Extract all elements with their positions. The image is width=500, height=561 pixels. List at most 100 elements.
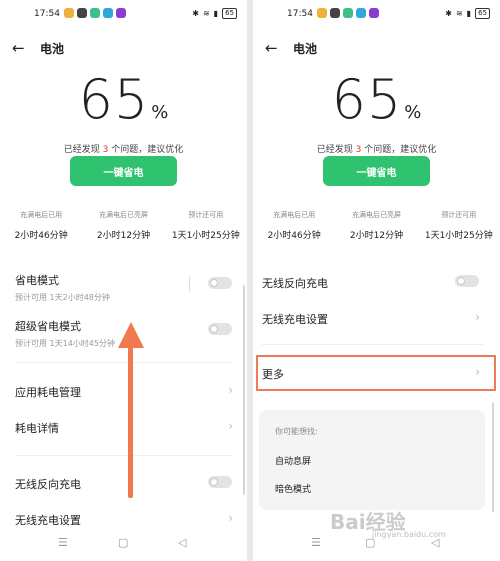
chevron-right-icon: › [228, 383, 233, 397]
system-icons: ✱ ≋ ▮ 65 [192, 8, 237, 19]
back-arrow-icon[interactable]: ← [265, 39, 287, 57]
percent-sign: % [151, 102, 169, 123]
menu-icon[interactable]: ☰ [311, 536, 321, 549]
stat-label: 充满电后已用 [273, 211, 316, 219]
scrollbar[interactable] [492, 402, 494, 512]
stat-remaining: 预计还可用 1天1小时25分钟 [418, 210, 500, 241]
super-saving-toggle[interactable] [208, 323, 232, 335]
wifi-icon: ≋ [202, 9, 210, 18]
stat-label: 预计还可用 [441, 211, 477, 219]
suggestions-card: 你可能想找: 自动息屏 暗色模式 [259, 410, 485, 510]
signal-icon: ▮ [213, 9, 219, 18]
notification-icons [64, 8, 126, 18]
toggle-knob [210, 478, 218, 486]
menu-icon[interactable]: ☰ [58, 536, 68, 549]
toggle-knob [210, 279, 218, 287]
signal-icon: ▮ [466, 9, 472, 18]
row-subtitle: 预计可用 1天2小时48分钟 [15, 293, 110, 302]
bluetooth-icon: ✱ [445, 9, 452, 18]
reverse-charge-toggle[interactable] [208, 476, 232, 488]
app-power-management-row[interactable]: 应用耗电管理 › [15, 383, 237, 400]
home-icon[interactable]: ▢ [118, 536, 128, 549]
percent-sign: % [404, 102, 422, 123]
wireless-reverse-charge-row[interactable]: 无线反向充电 [15, 476, 237, 492]
issue-summary: 已经发现 3 个问题，建议优化 [0, 142, 247, 155]
battery-percentage: 65% [0, 68, 247, 131]
battery-status-icon: 65 [475, 8, 490, 19]
one-tap-save-button[interactable]: 一键省电 [70, 156, 177, 186]
row-title: 更多 [262, 368, 284, 381]
app-notification-icon [356, 8, 366, 18]
app-notification-icon [317, 8, 327, 18]
issue-prefix: 已经发现 [316, 145, 356, 155]
row-title: 省电模式 [15, 274, 59, 287]
battery-status-icon: 65 [222, 8, 237, 19]
stat-used: 充满电后已用 2小时46分钟 [0, 210, 82, 241]
system-icons: ✱ ≋ ▮ 65 [445, 8, 490, 19]
left-screenshot: 17:54 ✱ ≋ ▮ 65 ← 电池 65% 已经发现 3 个问题，建议优化 … [0, 0, 247, 561]
stat-label: 充满电后已亮屏 [351, 211, 401, 219]
battery-percent-value: 65 [331, 68, 403, 131]
scrollbar[interactable] [243, 285, 245, 495]
one-tap-save-button[interactable]: 一键省电 [323, 156, 430, 186]
power-usage-details-row[interactable]: 耗电详情 › [15, 419, 237, 436]
page-header: ← 电池 [12, 38, 64, 58]
wireless-charge-settings-row[interactable]: 无线充电设置 › [262, 310, 484, 327]
usage-stats: 充满电后已用 2小时46分钟 充满电后已亮屏 2小时12分钟 预计还可用 1天1… [0, 210, 247, 241]
status-time: 17:54 [34, 9, 60, 19]
toggle-knob [210, 325, 218, 333]
page-title: 电池 [40, 41, 65, 56]
power-saving-toggle[interactable] [208, 277, 232, 289]
swipe-up-arrow [128, 340, 133, 498]
suggestion-auto-screen-off[interactable]: 自动息屏 [275, 454, 311, 467]
watermark-url: jingyan.baidu.com [372, 530, 446, 539]
page-header: ← 电池 [265, 38, 317, 58]
section-divider [15, 455, 232, 456]
back-icon[interactable]: ◁ [178, 536, 186, 549]
stat-screen-on: 充满电后已亮屏 2小时12分钟 [335, 210, 417, 241]
more-row[interactable]: 更多 › [262, 365, 484, 382]
power-saving-mode-row[interactable]: 省电模式 预计可用 1天2小时48分钟 [15, 272, 237, 303]
section-divider [262, 344, 484, 345]
status-time: 17:54 [287, 9, 313, 19]
section-divider [15, 362, 232, 363]
row-title: 无线反向充电 [15, 478, 81, 491]
row-title: 应用耗电管理 [15, 386, 81, 399]
app-notification-icon [369, 8, 379, 18]
stat-used: 充满电后已用 2小时46分钟 [253, 210, 335, 241]
stat-screen-on: 充满电后已亮屏 2小时12分钟 [82, 210, 164, 241]
stat-value: 2小时12分钟 [96, 231, 151, 241]
notification-icons [317, 8, 379, 18]
status-bar: 17:54 ✱ ≋ ▮ 65 [0, 6, 247, 24]
wireless-reverse-charge-row[interactable]: 无线反向充电 [262, 275, 484, 291]
suggestions-heading: 你可能想找: [275, 427, 318, 436]
bluetooth-icon: ✱ [192, 9, 199, 18]
wifi-icon: ≋ [455, 9, 463, 18]
reverse-charge-toggle[interactable] [455, 275, 479, 287]
battery-percentage: 65% [253, 68, 500, 131]
usage-stats: 充满电后已用 2小时46分钟 充满电后已亮屏 2小时12分钟 预计还可用 1天1… [253, 210, 500, 241]
row-title: 耗电详情 [15, 422, 59, 435]
app-notification-icon [103, 8, 113, 18]
stat-label: 预计还可用 [188, 211, 224, 219]
chevron-right-icon: › [475, 310, 480, 324]
issue-prefix: 已经发现 [63, 145, 103, 155]
wireless-charge-settings-row[interactable]: 无线充电设置 › [15, 511, 237, 528]
suggestion-dark-mode[interactable]: 暗色模式 [275, 482, 311, 495]
stat-remaining: 预计还可用 1天1小时25分钟 [165, 210, 247, 241]
issue-suffix: 个问题，建议优化 [361, 145, 437, 155]
row-title: 无线充电设置 [15, 514, 81, 527]
row-title: 无线反向充电 [262, 277, 328, 290]
stat-label: 充满电后已用 [20, 211, 63, 219]
wechat-icon [330, 8, 340, 18]
issue-suffix: 个问题，建议优化 [108, 145, 184, 155]
page-title: 电池 [293, 41, 318, 56]
stat-value: 1天1小时25分钟 [171, 231, 240, 241]
right-screenshot: 17:54 ✱ ≋ ▮ 65 ← 电池 65% 已经发现 3 个问题，建议优化 … [253, 0, 500, 561]
toggle-knob [457, 277, 465, 285]
chevron-right-icon: › [475, 365, 480, 379]
app-notification-icon [116, 8, 126, 18]
row-title: 无线充电设置 [262, 313, 328, 326]
navigation-bar: ☰ ▢ ◁ [0, 536, 247, 554]
back-arrow-icon[interactable]: ← [12, 39, 34, 57]
